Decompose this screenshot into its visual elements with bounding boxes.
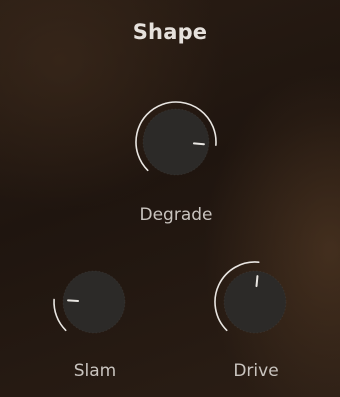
drive-knob[interactable] <box>210 257 300 347</box>
slam-knob-graphic <box>53 270 126 334</box>
degrade-knob-graphic <box>135 101 217 176</box>
slam-knob-face <box>62 270 126 334</box>
slam-indicator <box>67 299 80 302</box>
slam-knob[interactable] <box>49 257 139 347</box>
drive-knob-face <box>223 270 287 334</box>
degrade-label: Degrade <box>139 205 213 225</box>
drive-knob-graphic <box>214 261 287 334</box>
shape-panel: Shape Degrade Slam Drive <box>0 0 340 397</box>
drive-indicator <box>255 275 259 288</box>
degrade-knob[interactable] <box>131 97 221 187</box>
drive-label: Drive <box>233 361 279 381</box>
slam-label: Slam <box>73 361 117 381</box>
panel-title: Shape <box>132 20 208 44</box>
degrade-knob-face <box>142 108 210 176</box>
degrade-indicator <box>192 142 205 146</box>
